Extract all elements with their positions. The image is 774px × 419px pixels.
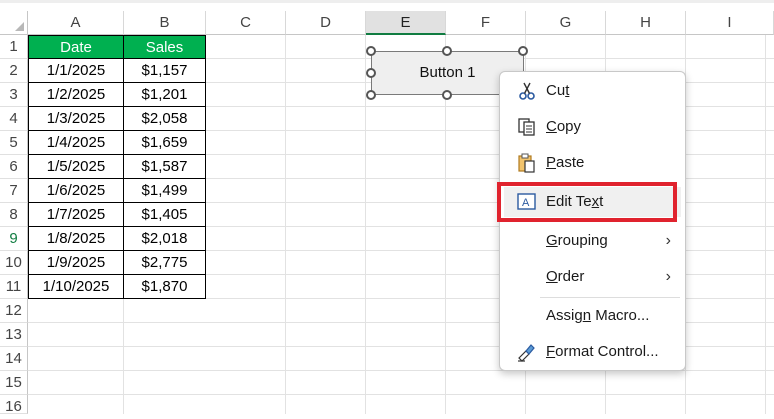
menu-item-paste[interactable]: Paste xyxy=(504,148,681,178)
menu-item-cut[interactable]: Cut xyxy=(504,76,681,106)
table-cell-sales[interactable]: $1,157 xyxy=(124,59,206,83)
table-cell-date[interactable]: 1/1/2025 xyxy=(28,59,124,83)
row-header-3[interactable]: 3 xyxy=(0,83,28,107)
table-cell-sales[interactable]: $1,587 xyxy=(124,155,206,179)
row-header-7[interactable]: 7 xyxy=(0,179,28,203)
table-cell-sales[interactable]: $1,405 xyxy=(124,203,206,227)
paste-icon xyxy=(516,153,538,173)
select-all-corner[interactable] xyxy=(0,11,28,35)
ribbon-edge xyxy=(0,0,774,3)
row-header-13[interactable]: 13 xyxy=(0,323,28,347)
menu-item-order[interactable]: Order › xyxy=(504,262,681,292)
row-header-16[interactable]: 16 xyxy=(0,395,28,415)
row-header-15[interactable]: 15 xyxy=(0,371,28,395)
menu-separator xyxy=(540,297,680,298)
row-header-6[interactable]: 6 xyxy=(0,155,28,179)
cell-lattice-ab-lower[interactable] xyxy=(28,299,206,414)
menu-item-assign-macro[interactable]: Assign Macro... xyxy=(504,301,681,331)
resize-handle-top[interactable] xyxy=(442,46,452,56)
row-header-11[interactable]: 11 xyxy=(0,275,28,299)
menu-item-label: Copy xyxy=(546,118,582,135)
table-cell-sales[interactable]: $2,018 xyxy=(124,227,206,251)
table-cell-sales[interactable]: $1,201 xyxy=(124,83,206,107)
column-header-e[interactable]: E xyxy=(366,11,446,35)
table-cell-date[interactable]: 1/3/2025 xyxy=(28,107,124,131)
table-header-date[interactable]: Date xyxy=(28,35,124,59)
row-header-2[interactable]: 2 xyxy=(0,59,28,83)
menu-item-label: Cut xyxy=(546,82,570,99)
row-header-14[interactable]: 14 xyxy=(0,347,28,371)
resize-handle-bottom-left[interactable] xyxy=(366,90,376,100)
column-header-c[interactable]: C xyxy=(206,11,286,35)
column-header-a[interactable]: A xyxy=(28,11,124,35)
row-header-9[interactable]: 9 xyxy=(0,227,28,251)
table-cell-sales[interactable]: $2,775 xyxy=(124,251,206,275)
row-header-4[interactable]: 4 xyxy=(0,107,28,131)
menu-item-label: Assign Macro... xyxy=(546,307,650,324)
format-control-icon xyxy=(516,342,538,362)
column-header-d[interactable]: D xyxy=(286,11,366,35)
column-header-i[interactable]: I xyxy=(686,11,774,35)
row-header-1[interactable]: 1 xyxy=(0,35,28,59)
table-header-sales[interactable]: Sales xyxy=(124,35,206,59)
row-header-5[interactable]: 5 xyxy=(0,131,28,155)
column-header-h[interactable]: H xyxy=(606,11,686,35)
resize-handle-bottom[interactable] xyxy=(442,90,452,100)
menu-item-label: Paste xyxy=(546,154,585,171)
menu-item-label: Format Control... xyxy=(546,343,659,360)
chevron-right-icon: › xyxy=(665,268,671,285)
column-header-f[interactable]: F xyxy=(446,11,526,35)
table-cell-date[interactable]: 1/7/2025 xyxy=(28,203,124,227)
resize-handle-top-left[interactable] xyxy=(366,46,376,56)
copy-icon xyxy=(516,117,538,137)
table-cell-date[interactable]: 1/5/2025 xyxy=(28,155,124,179)
chevron-right-icon: › xyxy=(665,232,671,249)
column-header-g[interactable]: G xyxy=(526,11,606,35)
row-header-8[interactable]: 8 xyxy=(0,203,28,227)
table-cell-date[interactable]: 1/4/2025 xyxy=(28,131,124,155)
table-cell-sales[interactable]: $1,499 xyxy=(124,179,206,203)
menu-item-label: Order xyxy=(546,268,585,285)
menu-item-label: Grouping xyxy=(546,232,608,249)
table-cell-date[interactable]: 1/8/2025 xyxy=(28,227,124,251)
table-cell-date[interactable]: 1/2/2025 xyxy=(28,83,124,107)
table-cell-date[interactable]: 1/10/2025 xyxy=(28,275,124,299)
resize-handle-left[interactable] xyxy=(366,68,376,78)
table-cell-sales[interactable]: $2,058 xyxy=(124,107,206,131)
row-header-12[interactable]: 12 xyxy=(0,299,28,323)
table-cell-sales[interactable]: $1,870 xyxy=(124,275,206,299)
table-cell-date[interactable]: 1/6/2025 xyxy=(28,179,124,203)
column-header-b[interactable]: B xyxy=(124,11,206,35)
table-cell-sales[interactable]: $1,659 xyxy=(124,131,206,155)
highlight-annotation-box xyxy=(497,182,677,222)
row-header-10[interactable]: 10 xyxy=(0,251,28,275)
menu-item-grouping[interactable]: Grouping › xyxy=(504,226,681,256)
scissors-icon xyxy=(516,81,538,101)
menu-item-format-control[interactable]: Format Control... xyxy=(504,337,681,367)
table-cell-date[interactable]: 1/9/2025 xyxy=(28,251,124,275)
resize-handle-top-right[interactable] xyxy=(518,46,528,56)
menu-item-copy[interactable]: Copy xyxy=(504,112,681,142)
